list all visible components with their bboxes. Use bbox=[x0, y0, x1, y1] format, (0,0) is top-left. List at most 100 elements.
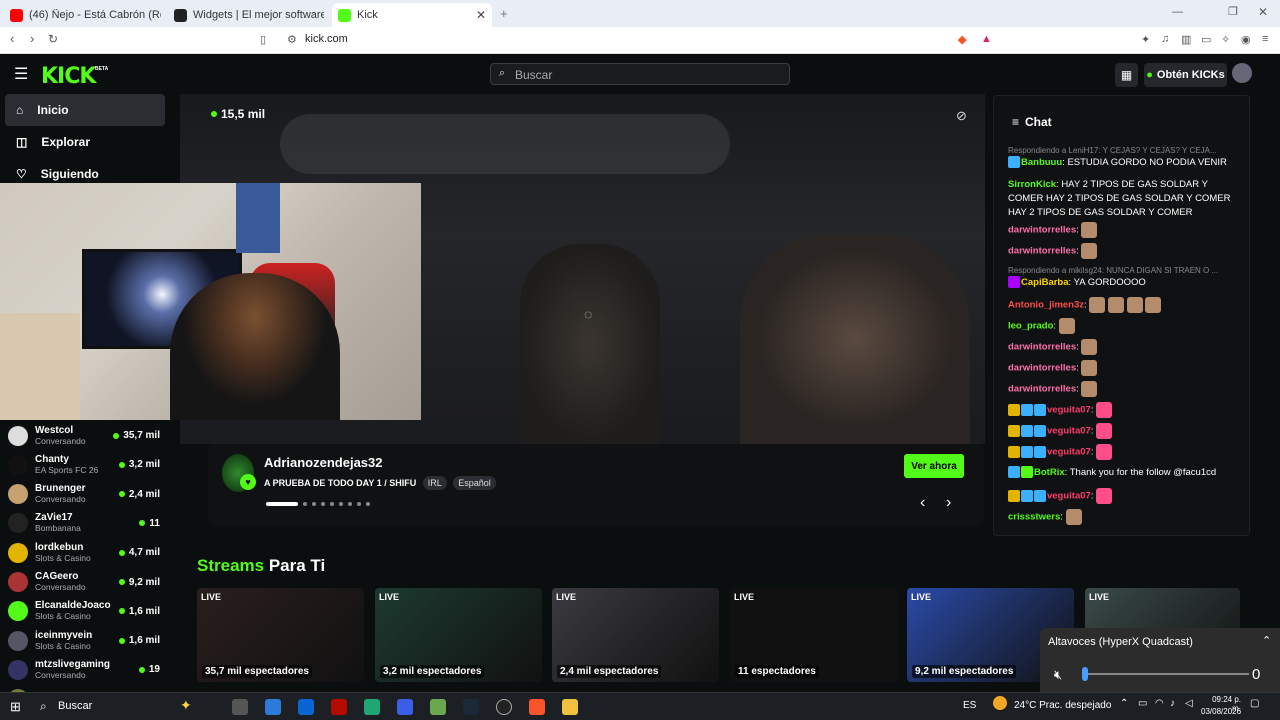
tray-chevron-icon[interactable]: ⌃ bbox=[1120, 698, 1128, 709]
brave-icon[interactable] bbox=[529, 699, 545, 715]
weather-icon[interactable] bbox=[993, 696, 1007, 710]
search-highlight-icon[interactable]: ✦ bbox=[180, 697, 192, 714]
indicator[interactable] bbox=[348, 502, 352, 506]
forward-icon[interactable]: › bbox=[30, 31, 34, 46]
theater-mode-icon[interactable]: ⊘ bbox=[956, 108, 967, 124]
sidebar-item-inicio[interactable]: ⌂ Inicio bbox=[5, 94, 165, 126]
music-icon[interactable]: ♫ bbox=[1161, 33, 1169, 45]
indicator[interactable] bbox=[330, 502, 334, 506]
stream-card[interactable]: LIVE 11 espectadores bbox=[730, 588, 897, 682]
site-info-icon[interactable]: ⚙ bbox=[287, 33, 297, 46]
extensions-icon[interactable]: ✦ bbox=[1141, 33, 1150, 46]
volume-slider[interactable] bbox=[1084, 673, 1249, 675]
kick-logo[interactable]: KICK bbox=[41, 64, 96, 89]
clock-date[interactable]: 03/08/2026 bbox=[1201, 707, 1241, 716]
chat-username[interactable]: darwintorrelles bbox=[1008, 342, 1076, 353]
menu-icon[interactable]: ≡ bbox=[1262, 33, 1268, 45]
volume-slider-thumb[interactable] bbox=[1082, 667, 1088, 681]
wifi-icon[interactable]: ◠ bbox=[1155, 698, 1164, 709]
chat-username[interactable]: veguita07 bbox=[1047, 405, 1091, 416]
sidebar-channel[interactable]: Chanty EA Sports FC 26 3,2 mil bbox=[8, 450, 160, 479]
chat-username[interactable]: BotRix bbox=[1034, 467, 1065, 478]
mic-icon[interactable]: ♪ bbox=[1170, 698, 1175, 709]
app-icon[interactable] bbox=[397, 699, 413, 715]
sidebar-channel[interactable]: iceinmyvein Slots & Casino 1,6 mil bbox=[8, 626, 160, 655]
search-input[interactable]: ⌕ Buscar bbox=[490, 63, 790, 85]
chat-username[interactable]: SirronKick bbox=[1008, 179, 1056, 190]
stream-card[interactable]: LIVE 35,7 mil espectadores bbox=[197, 588, 364, 682]
weather-text[interactable]: 24°C Prac. despejado bbox=[1014, 700, 1111, 711]
indicator[interactable] bbox=[357, 502, 361, 506]
streamer-name[interactable]: Adrianozendejas32 bbox=[264, 455, 383, 470]
reload-icon[interactable]: ↻ bbox=[48, 32, 58, 46]
photos-icon[interactable] bbox=[265, 699, 281, 715]
get-kicks-button[interactable]: ● Obtén KICKs bbox=[1144, 63, 1227, 87]
leo-icon[interactable]: ✧ bbox=[1221, 33, 1230, 46]
indicator[interactable] bbox=[312, 502, 316, 506]
sidebar-channel[interactable]: Brunenger Conversando 2,4 mil bbox=[8, 480, 160, 509]
chat-username[interactable]: leo_prado bbox=[1008, 321, 1053, 332]
task-view-icon[interactable] bbox=[232, 699, 248, 715]
chat-username[interactable]: darwintorrelles bbox=[1008, 225, 1076, 236]
sidebar-channel[interactable]: mtzslivegaming Conversando 19 bbox=[8, 655, 160, 684]
layout-icon[interactable]: ▦ bbox=[1115, 63, 1138, 87]
indicator-active[interactable] bbox=[266, 502, 298, 506]
chevron-up-icon[interactable]: ⌃ bbox=[1262, 634, 1271, 647]
tag-espanol[interactable]: Español bbox=[453, 476, 496, 490]
chat-username[interactable]: Banbuuu bbox=[1021, 157, 1062, 168]
url-field[interactable]: kick.com bbox=[305, 33, 348, 45]
chat-username[interactable]: darwintorrelles bbox=[1008, 246, 1076, 257]
taskbar-search-icon[interactable]: ⌕ bbox=[40, 699, 47, 714]
new-tab-icon[interactable]: + bbox=[500, 6, 508, 21]
bookmark-icon[interactable]: ▯ bbox=[260, 33, 266, 46]
hamburger-menu-icon[interactable]: ☰ bbox=[14, 64, 28, 84]
indicator[interactable] bbox=[303, 502, 307, 506]
sidebar-channel[interactable]: lordkebun Slots & Casino 4,7 mil bbox=[8, 538, 160, 567]
indicator[interactable] bbox=[366, 502, 370, 506]
stream-card[interactable]: LIVE 3,2 mil espectadores bbox=[375, 588, 542, 682]
calculator-icon[interactable] bbox=[430, 699, 446, 715]
audio-device-name[interactable]: Altavoces (HyperX Quadcast) bbox=[1048, 636, 1193, 648]
chat-username[interactable]: darwintorrelles bbox=[1008, 363, 1076, 374]
mute-icon[interactable]: 🔇︎ bbox=[1054, 667, 1062, 683]
tag-irl[interactable]: IRL bbox=[422, 476, 447, 490]
sidebar-channel[interactable]: Westcol Conversando 35,7 mil bbox=[8, 421, 160, 450]
taskbar-search-label[interactable]: Buscar bbox=[58, 700, 92, 712]
carousel-prev-icon[interactable]: ‹ bbox=[920, 494, 925, 512]
chat-username[interactable]: veguita07 bbox=[1047, 447, 1091, 458]
minimize-icon[interactable]: — bbox=[1172, 6, 1183, 18]
file-explorer-icon[interactable] bbox=[562, 699, 578, 715]
sidebar-channel[interactable]: CAGeero Conversando 9,2 mil bbox=[8, 568, 160, 597]
network-icon[interactable]: ▭ bbox=[1138, 698, 1147, 709]
notifications-icon[interactable]: ▢ bbox=[1250, 698, 1259, 709]
rewards-icon[interactable]: ▲ bbox=[981, 33, 992, 45]
language-indicator[interactable]: ES bbox=[963, 700, 976, 711]
outlook-icon[interactable] bbox=[298, 699, 314, 715]
chat-collapse-icon[interactable]: ≡ bbox=[1012, 115, 1019, 129]
brave-shield-icon[interactable]: ◆ bbox=[958, 33, 966, 46]
indicator[interactable] bbox=[339, 502, 343, 506]
vpn-icon[interactable]: ◉ bbox=[1241, 33, 1251, 46]
indicator[interactable] bbox=[321, 502, 325, 506]
sidebar-icon[interactable]: ▥ bbox=[1181, 33, 1191, 46]
featured-stream-card[interactable]: ♥ Adrianozendejas32 A PRUEBA DE TODO DAY… bbox=[208, 444, 984, 526]
close-icon[interactable]: ✕ bbox=[476, 8, 486, 22]
avatar[interactable] bbox=[1232, 63, 1252, 83]
chat-username[interactable]: Antonio_jimen3z bbox=[1008, 300, 1084, 311]
sidebar-item-explorar[interactable]: ◫ Explorar bbox=[5, 126, 165, 158]
sidebar-channel[interactable]: ElcanaldeJoaco Slots & Casino 1,6 mil bbox=[8, 597, 160, 626]
chat-username[interactable]: veguita07 bbox=[1047, 426, 1091, 437]
steam-icon[interactable] bbox=[463, 699, 479, 715]
maximize-icon[interactable]: ❐ bbox=[1228, 5, 1238, 18]
window-close-icon[interactable]: ✕ bbox=[1258, 5, 1268, 19]
speaker-icon[interactable]: ◁ bbox=[1185, 698, 1193, 709]
chat-username[interactable]: CapiBarba bbox=[1021, 277, 1069, 288]
stream-card[interactable]: LIVE 2,4 mil espectadores bbox=[552, 588, 719, 682]
edge-icon[interactable] bbox=[364, 699, 380, 715]
browser-tab-kick[interactable]: Kick ✕ bbox=[332, 3, 492, 27]
back-icon[interactable]: ‹ bbox=[10, 31, 14, 46]
sidebar-channel[interactable]: ZaVie17 Bombanana 11 bbox=[8, 509, 160, 538]
acrobat-icon[interactable] bbox=[331, 699, 347, 715]
wallet-icon[interactable]: ▭ bbox=[1201, 33, 1211, 46]
browser-tab-widgets[interactable]: Widgets | El mejor software para pot bbox=[168, 3, 330, 27]
